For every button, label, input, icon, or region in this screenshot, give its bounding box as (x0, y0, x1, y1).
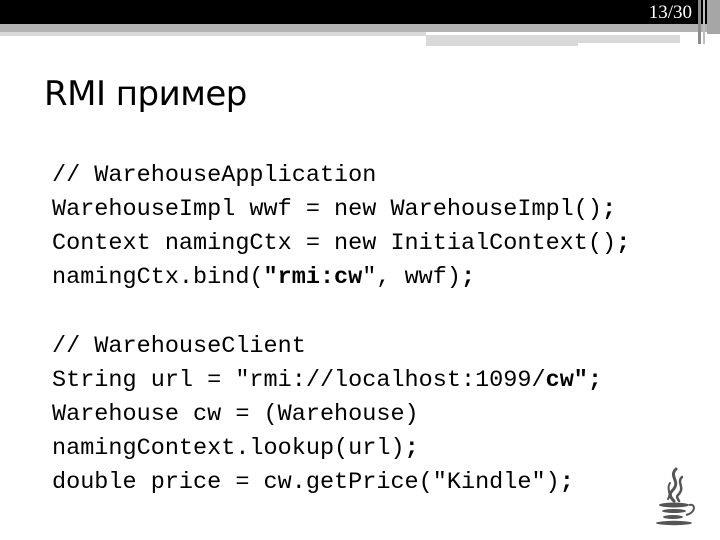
code-segment: WarehouseImpl wwf = new WarehouseImpl() (52, 196, 602, 223)
code-segment: Context namingCtx = new InitialContext() (52, 230, 617, 257)
page-indicator: 13/30 (648, 2, 692, 23)
code-line: double price = cw.getPrice("Kindle"); (52, 466, 602, 500)
code-segment: ", wwf) (362, 264, 461, 291)
code-line: // WarehouseApplication (52, 159, 630, 193)
code-line: String url = "rmi://localhost:1099/cw"; (52, 364, 602, 398)
code-segment: namingContext.lookup(url) (52, 435, 405, 462)
code-line: WarehouseImpl wwf = new WarehouseImpl(); (52, 193, 630, 227)
code-segment-bold: "rmi:cw (263, 264, 363, 291)
header-vertical-bar (698, 0, 701, 44)
slide-title: RMI пример (44, 74, 247, 114)
header-black-band (0, 0, 720, 24)
header-gray-band (0, 24, 720, 32)
code-block-server: // WarehouseApplication WarehouseImpl wwf… (52, 159, 630, 295)
code-line: Context namingCtx = new InitialContext()… (52, 227, 630, 261)
code-segment-bold: ; (559, 469, 574, 496)
code-segment-bold: ; (404, 435, 419, 462)
code-line: // WarehouseClient (52, 330, 602, 364)
code-segment-bold: ; (602, 196, 617, 223)
code-line: Warehouse cw = (Warehouse) (52, 398, 602, 432)
code-line: namingCtx.bind("rmi:cw", wwf); (52, 261, 630, 295)
java-coffee-cup-icon (656, 467, 695, 526)
code-segment-bold: ; (460, 264, 476, 291)
code-segment: namingCtx.bind( (52, 264, 264, 291)
code-segment: // WarehouseApplication (52, 162, 377, 189)
code-segment: // WarehouseClient (52, 333, 306, 360)
code-line: namingContext.lookup(url); (52, 432, 602, 466)
header-light-band-left (0, 32, 426, 36)
header-light-band-right-lower (426, 43, 578, 46)
header-vertical-bar (707, 0, 720, 34)
header-light-band-right (426, 35, 680, 43)
header-vertical-bar (703, 0, 705, 44)
code-segment: String url = "rmi://localhost:1099/ (52, 367, 546, 394)
code-segment: Warehouse cw = (Warehouse) (52, 401, 419, 428)
code-block-client: // WarehouseClient String url = "rmi://lo… (52, 330, 602, 500)
code-segment-bold: ; (616, 230, 631, 257)
code-segment: double price = cw.getPrice("Kindle") (52, 469, 560, 496)
code-segment-bold: cw"; (545, 367, 603, 394)
